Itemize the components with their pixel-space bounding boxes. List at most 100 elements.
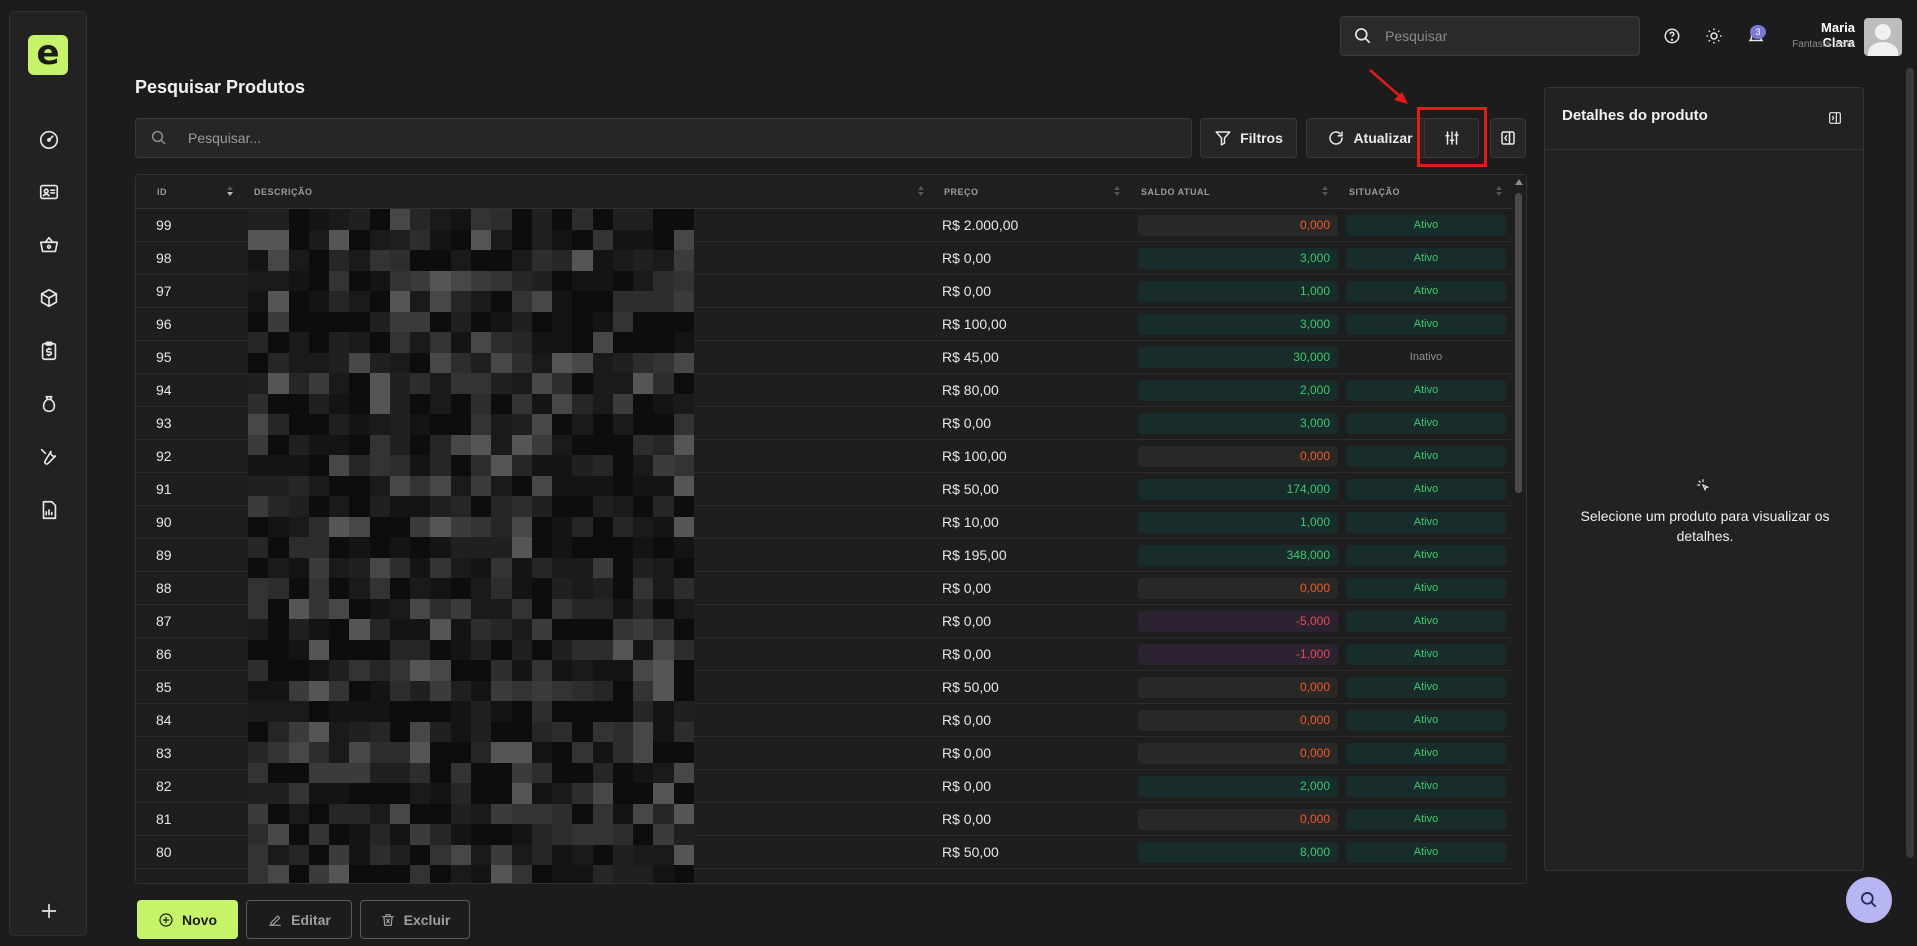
row-balance: 0,000	[1138, 446, 1338, 467]
product-search-input[interactable]	[188, 130, 1088, 146]
row-price: R$ 0,00	[942, 250, 992, 266]
edit-label: Editar	[291, 911, 331, 928]
row-balance: -5,000	[1138, 611, 1338, 632]
row-id: 92	[156, 448, 172, 464]
sidebar: e	[9, 11, 87, 936]
basket-icon[interactable]	[34, 230, 64, 260]
table-scroll-thumb[interactable]	[1515, 193, 1522, 493]
row-balance: 3,000	[1138, 413, 1338, 434]
report-icon[interactable]	[34, 495, 64, 525]
sort-description-icon[interactable]	[918, 186, 926, 198]
row-id: 91	[156, 481, 172, 497]
global-search-input[interactable]	[1385, 28, 1605, 44]
row-id: 87	[156, 613, 172, 629]
row-balance: 2,000	[1138, 380, 1338, 401]
annotation-arrow-icon	[1369, 69, 1408, 104]
help-icon[interactable]	[1660, 24, 1684, 48]
row-balance: 8,000	[1138, 842, 1338, 863]
row-price: R$ 100,00	[942, 316, 1007, 332]
filter-icon	[1215, 131, 1231, 146]
row-price: R$ 2.000,00	[942, 217, 1019, 233]
clipboard-dollar-icon[interactable]	[34, 336, 64, 366]
col-description[interactable]: DESCRIÇÃO	[254, 175, 313, 209]
new-button[interactable]: Novo	[137, 900, 238, 939]
row-balance: 0,000	[1138, 677, 1338, 698]
user-subtitle: Fantasia teste	[1792, 39, 1855, 50]
sort-price-icon[interactable]	[1114, 186, 1122, 198]
status-badge: Ativo	[1346, 545, 1506, 566]
plus-icon[interactable]	[34, 896, 64, 926]
global-search[interactable]	[1340, 16, 1640, 56]
floating-search-button[interactable]	[1846, 877, 1892, 923]
scroll-up-icon[interactable]	[1515, 179, 1523, 185]
logo-letter: e	[36, 33, 60, 73]
status-badge: Ativo	[1346, 809, 1506, 830]
status-badge: Ativo	[1346, 842, 1506, 863]
row-price: R$ 195,00	[942, 547, 1007, 563]
table-header: ID DESCRIÇÃO PREÇO SALDO ATUAL SITUAÇÃO	[136, 175, 1512, 209]
status-badge: Ativo	[1346, 710, 1506, 731]
sort-balance-icon[interactable]	[1322, 186, 1330, 198]
box-icon[interactable]	[34, 283, 64, 313]
tools-icon[interactable]	[34, 442, 64, 472]
plus-circle-icon	[159, 912, 173, 927]
row-id: 86	[156, 646, 172, 662]
row-price: R$ 0,00	[942, 415, 992, 431]
row-id: 96	[156, 316, 172, 332]
row-price: R$ 0,00	[942, 580, 992, 596]
money-bag-icon[interactable]	[34, 389, 64, 419]
filters-button[interactable]: Filtros	[1200, 118, 1297, 158]
edit-button[interactable]: Editar	[246, 900, 352, 939]
status-badge: Inativo	[1409, 351, 1443, 363]
row-price: R$ 0,00	[942, 778, 992, 794]
status-badge: Ativo	[1346, 281, 1506, 302]
status-badge: Ativo	[1346, 611, 1506, 632]
product-search[interactable]	[135, 118, 1192, 158]
row-price: R$ 0,00	[942, 712, 992, 728]
row-price: R$ 0,00	[942, 283, 992, 299]
theme-toggle-icon[interactable]	[1702, 24, 1726, 48]
row-price: R$ 0,00	[942, 646, 992, 662]
collapse-panel-icon[interactable]	[1827, 110, 1845, 128]
filters-label: Filtros	[1240, 130, 1283, 146]
redacted-descriptions	[248, 209, 694, 883]
details-header: Detalhes do produto	[1545, 88, 1863, 150]
col-price[interactable]: PREÇO	[944, 175, 979, 209]
refresh-button[interactable]: Atualizar	[1306, 118, 1434, 158]
avatar[interactable]	[1864, 18, 1902, 56]
row-balance: 0,000	[1138, 578, 1338, 599]
status-badge: Ativo	[1346, 743, 1506, 764]
row-id: 89	[156, 547, 172, 563]
col-status[interactable]: SITUAÇÃO	[1349, 175, 1400, 209]
page-scrollbar[interactable]	[1906, 68, 1914, 858]
dashboard-icon[interactable]	[34, 124, 64, 154]
table-scrollbar[interactable]	[1512, 175, 1526, 883]
status-badge: Ativo	[1346, 413, 1506, 434]
row-price: R$ 45,00	[942, 349, 999, 365]
search-icon	[151, 130, 166, 145]
delete-button[interactable]: Excluir	[360, 900, 470, 939]
toggle-panel-button[interactable]	[1490, 118, 1526, 158]
highlight-box	[1417, 107, 1487, 167]
row-id: 99	[156, 217, 172, 233]
col-balance[interactable]: SALDO ATUAL	[1141, 175, 1210, 209]
status-badge: Ativo	[1346, 248, 1506, 269]
id-card-icon[interactable]	[34, 177, 64, 207]
app-logo[interactable]: e	[28, 35, 68, 75]
row-price: R$ 50,00	[942, 679, 999, 695]
details-panel: Detalhes do produto Selecione um produto…	[1544, 87, 1864, 871]
status-badge: Ativo	[1346, 677, 1506, 698]
page-title: Pesquisar Produtos	[135, 77, 306, 97]
row-id: 83	[156, 745, 172, 761]
row-price: R$ 10,00	[942, 514, 999, 530]
row-balance: 348,000	[1138, 545, 1338, 566]
status-badge: Ativo	[1346, 776, 1506, 797]
sort-id-icon[interactable]	[227, 186, 235, 198]
delete-label: Excluir	[403, 911, 451, 928]
col-id[interactable]: ID	[157, 175, 167, 209]
edit-icon	[269, 914, 282, 926]
row-balance: -1,000	[1138, 644, 1338, 665]
sort-status-icon[interactable]	[1496, 186, 1504, 198]
row-price: R$ 0,00	[942, 745, 992, 761]
status-badge: Ativo	[1346, 479, 1506, 500]
